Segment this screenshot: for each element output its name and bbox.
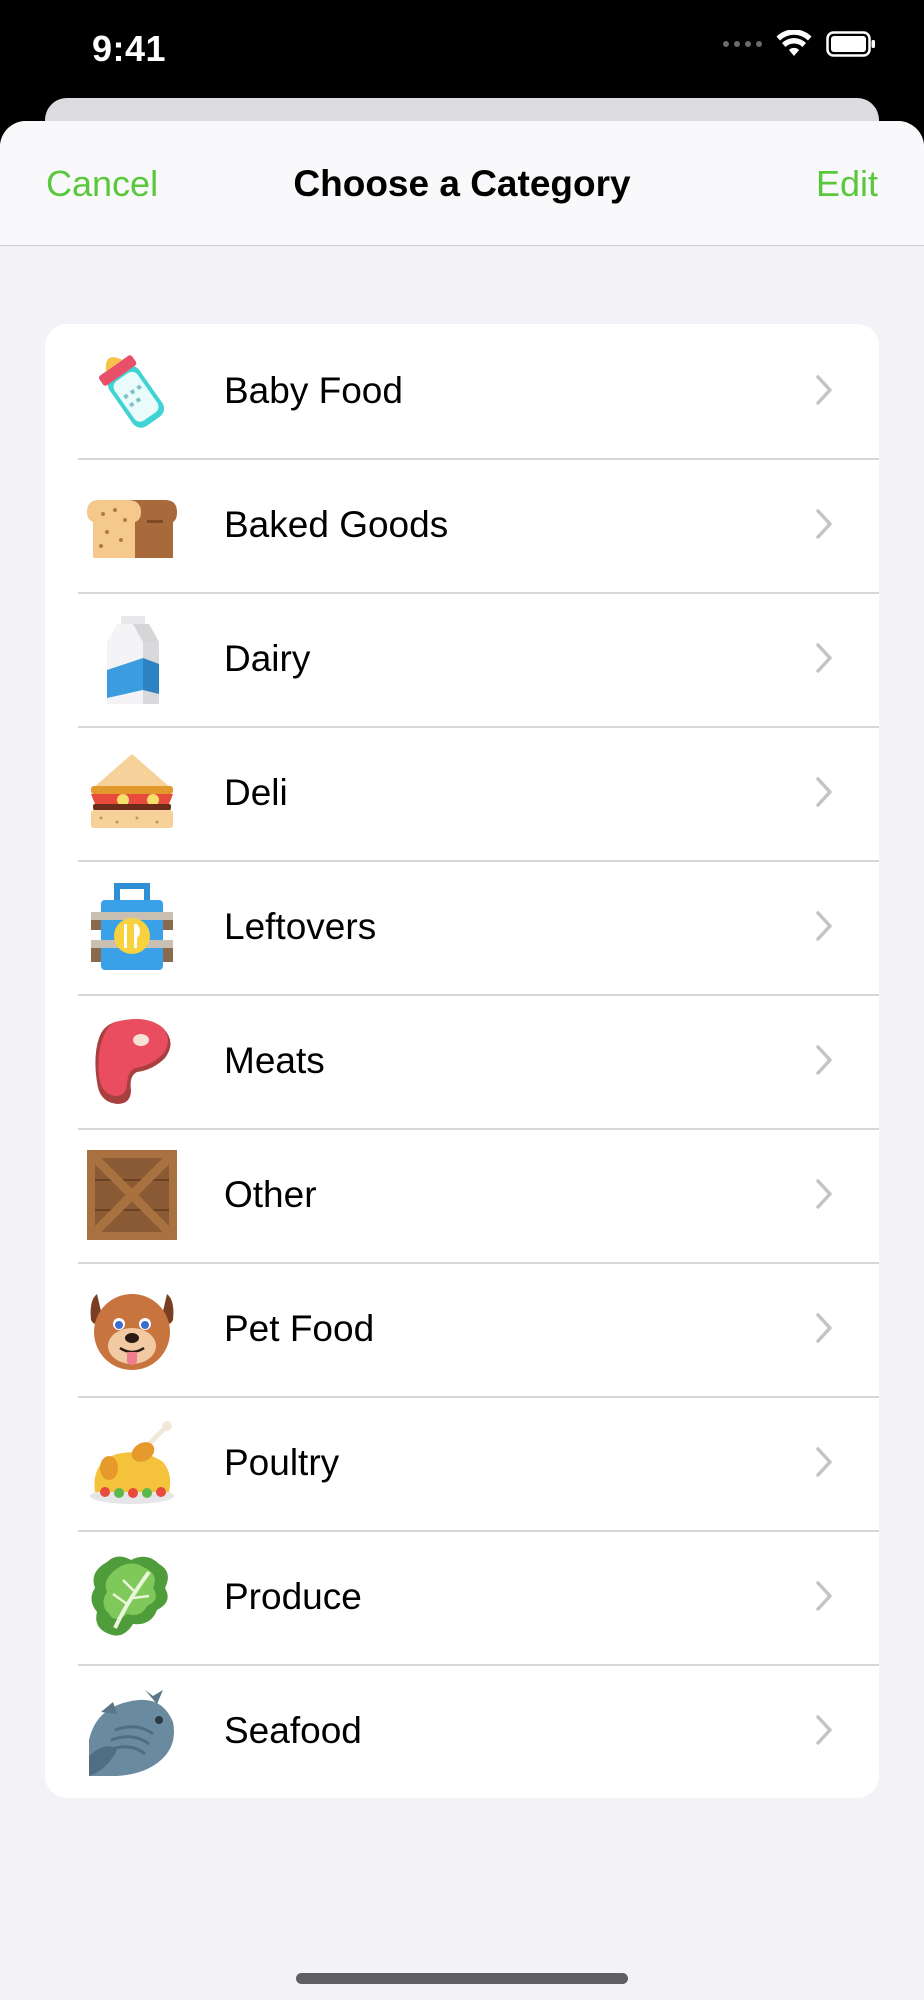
lunchbox-icon bbox=[87, 882, 177, 972]
chevron-right-icon bbox=[816, 375, 832, 405]
category-row-deli[interactable]: Deli bbox=[45, 726, 879, 860]
category-row-pet-food[interactable]: Pet Food bbox=[45, 1262, 879, 1396]
lettuce-icon bbox=[87, 1552, 177, 1642]
dog-icon bbox=[87, 1284, 177, 1374]
cellular-signal-icon bbox=[723, 41, 762, 47]
home-indicator[interactable] bbox=[296, 1973, 628, 1984]
category-row-poultry[interactable]: Poultry bbox=[45, 1396, 879, 1530]
chevron-right-icon bbox=[816, 1179, 832, 1209]
category-row-seafood[interactable]: Seafood bbox=[45, 1664, 879, 1798]
category-sheet: Cancel Choose a Category Edit Baby Food … bbox=[0, 121, 924, 2000]
category-row-baked-goods[interactable]: Baked Goods bbox=[45, 458, 879, 592]
battery-icon bbox=[826, 31, 875, 57]
chevron-right-icon bbox=[816, 1715, 832, 1745]
milk-carton-icon bbox=[87, 614, 177, 704]
category-row-other[interactable]: Other bbox=[45, 1128, 879, 1262]
category-label: Baked Goods bbox=[224, 504, 449, 545]
category-label: Leftovers bbox=[224, 906, 377, 947]
chevron-right-icon bbox=[816, 1581, 832, 1611]
steak-icon bbox=[87, 1016, 177, 1106]
category-row-leftovers[interactable]: Leftovers bbox=[45, 860, 879, 994]
category-label: Meats bbox=[224, 1040, 325, 1081]
category-row-dairy[interactable]: Dairy bbox=[45, 592, 879, 726]
category-row-produce[interactable]: Produce bbox=[45, 1530, 879, 1664]
category-label: Other bbox=[224, 1174, 317, 1215]
fish-icon bbox=[87, 1686, 177, 1776]
category-label: Produce bbox=[224, 1576, 362, 1617]
crate-icon bbox=[87, 1150, 177, 1240]
bread-icon bbox=[87, 480, 177, 570]
category-row-baby-food[interactable]: Baby Food bbox=[45, 324, 879, 458]
chevron-right-icon bbox=[816, 1045, 832, 1075]
category-label: Baby Food bbox=[224, 370, 403, 411]
category-label: Dairy bbox=[224, 638, 311, 679]
edit-button[interactable]: Edit bbox=[816, 163, 878, 205]
status-time: 9:41 bbox=[92, 28, 167, 69]
wifi-icon bbox=[776, 30, 812, 56]
chevron-right-icon bbox=[816, 911, 832, 941]
category-label: Deli bbox=[224, 772, 288, 813]
chevron-right-icon bbox=[816, 509, 832, 539]
roast-chicken-icon bbox=[87, 1418, 177, 1508]
category-label: Seafood bbox=[224, 1710, 362, 1751]
category-label: Poultry bbox=[224, 1442, 340, 1483]
category-label: Pet Food bbox=[224, 1308, 375, 1349]
status-bar: 9:41 bbox=[0, 0, 924, 100]
status-indicators bbox=[723, 30, 876, 58]
category-list: Baby Food Baked Goods Dairy Deli Leftove… bbox=[45, 324, 879, 1798]
chevron-right-icon bbox=[816, 777, 832, 807]
chevron-right-icon bbox=[816, 1313, 832, 1343]
chevron-right-icon bbox=[816, 1447, 832, 1477]
baby-bottle-icon bbox=[87, 346, 177, 436]
page-title: Choose a Category bbox=[293, 163, 631, 204]
navigation-bar: Cancel Choose a Category Edit bbox=[0, 121, 924, 246]
category-row-meats[interactable]: Meats bbox=[45, 994, 879, 1128]
sandwich-icon bbox=[87, 748, 177, 838]
chevron-right-icon bbox=[816, 643, 832, 673]
